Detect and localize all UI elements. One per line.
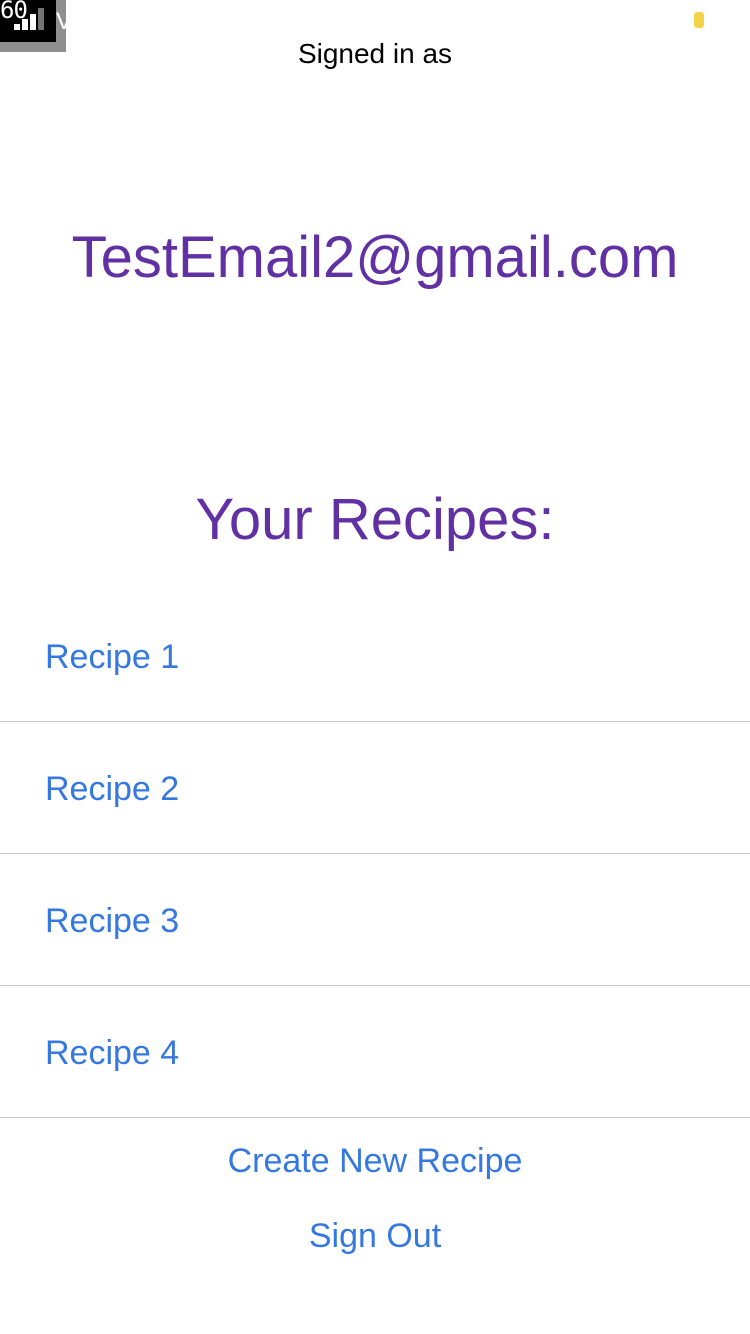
recipes-heading: Your Recipes: <box>195 487 555 552</box>
cellular-signal-icon <box>14 8 46 30</box>
status-overlay-inner: 60 <box>0 0 56 42</box>
recipe-link[interactable]: Recipe 2 <box>45 770 179 809</box>
recipe-link[interactable]: Recipe 4 <box>45 1034 179 1073</box>
user-email: TestEmail2@gmail.com <box>71 225 679 290</box>
sign-out-button[interactable]: Sign Out <box>0 1217 750 1256</box>
recipe-row[interactable]: Recipe 1 <box>0 590 750 722</box>
recipe-row[interactable]: Recipe 4 <box>0 986 750 1118</box>
create-new-recipe-button[interactable]: Create New Recipe <box>0 1142 750 1181</box>
carrier-label: V <box>56 8 73 35</box>
recipe-list: Recipe 1 Recipe 2 Recipe 3 Recipe 4 <box>0 590 750 1118</box>
signed-in-label: Signed in as <box>297 38 453 69</box>
battery-icon <box>694 12 704 28</box>
recipe-link[interactable]: Recipe 1 <box>45 638 179 677</box>
recipe-row[interactable]: Recipe 2 <box>0 722 750 854</box>
recipe-row[interactable]: Recipe 3 <box>0 854 750 986</box>
recipe-link[interactable]: Recipe 3 <box>45 902 179 941</box>
